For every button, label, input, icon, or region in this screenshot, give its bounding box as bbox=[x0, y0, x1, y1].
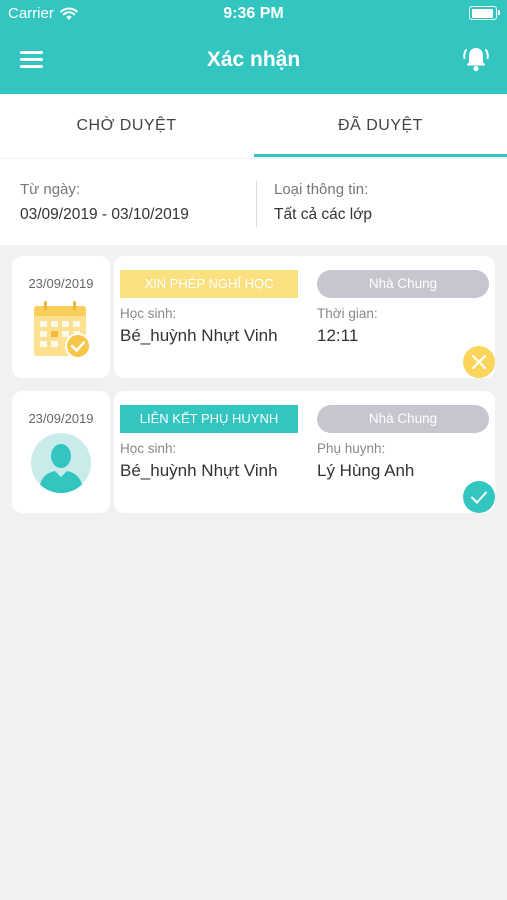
status-bar: Carrier 9:36 PM bbox=[0, 0, 507, 28]
page-title: Xác nhận bbox=[206, 48, 301, 71]
card-date: 23/09/2019 bbox=[28, 411, 94, 426]
battery-icon bbox=[469, 6, 500, 20]
request-card[interactable]: 23/09/2019 XIN PHÉP NGHỈ HỌC Nhà Chung H… bbox=[12, 256, 495, 378]
close-icon bbox=[472, 355, 486, 369]
date-range-value: 03/09/2019 - 03/10/2019 bbox=[20, 206, 189, 223]
active-tab-indicator bbox=[254, 154, 507, 157]
card-main: LIÊN KẾT PHỤ HUYNH Nhà Chung Học sinh: B… bbox=[114, 391, 495, 513]
student-label: Học sinh: bbox=[120, 306, 177, 321]
group-pill: Nhà Chung bbox=[317, 270, 489, 298]
time-value: 12:11 bbox=[317, 326, 359, 345]
date-range-label: Từ ngày: bbox=[20, 181, 81, 198]
card-main: XIN PHÉP NGHỈ HỌC Nhà Chung Học sinh: Bé… bbox=[114, 256, 495, 378]
card-date: 23/09/2019 bbox=[28, 276, 94, 291]
card-date-box: 23/09/2019 bbox=[12, 391, 110, 513]
request-type-tag: XIN PHÉP NGHỈ HỌC bbox=[120, 270, 298, 298]
time-label: Thời gian: bbox=[317, 306, 378, 321]
approval-tabs: CHỜ DUYỆT ĐÃ DUYỆT bbox=[0, 94, 507, 158]
info-type-value: Tất cả các lớp bbox=[274, 206, 373, 223]
student-name: Bé_huỳnh Nhựt Vinh bbox=[120, 326, 278, 345]
student-name: Bé_huỳnh Nhựt Vinh bbox=[120, 461, 278, 480]
filter-divider bbox=[256, 181, 257, 227]
request-card[interactable]: 23/09/2019 LIÊN KẾT PHỤ HUYNH Nhà Chung … bbox=[12, 391, 495, 513]
calendar-check-icon bbox=[34, 301, 91, 359]
rejected-status-badge bbox=[463, 346, 495, 378]
user-avatar-icon bbox=[31, 433, 91, 493]
request-type-tag: LIÊN KẾT PHỤ HUYNH bbox=[120, 405, 298, 433]
group-pill: Nhà Chung bbox=[317, 405, 489, 433]
tab-approved[interactable]: ĐÃ DUYỆT bbox=[254, 94, 507, 158]
parent-name: Lý Hùng Anh bbox=[317, 461, 415, 480]
menu-button[interactable] bbox=[20, 47, 50, 75]
tab-pending[interactable]: CHỜ DUYỆT bbox=[0, 94, 253, 158]
nav-bar: Xác nhận bbox=[0, 28, 507, 94]
info-type-label: Loại thông tin: bbox=[274, 181, 369, 198]
parent-label: Phụ huynh: bbox=[317, 441, 386, 456]
app-header: Carrier 9:36 PM Xác nhận bbox=[0, 0, 507, 94]
filter-bar: Từ ngày: 03/09/2019 - 03/10/2019 Loại th… bbox=[0, 158, 507, 245]
card-date-box: 23/09/2019 bbox=[12, 256, 110, 378]
status-time: 9:36 PM bbox=[223, 5, 284, 22]
check-icon bbox=[471, 491, 487, 504]
approved-status-badge bbox=[463, 481, 495, 513]
date-range-filter[interactable]: Từ ngày: 03/09/2019 - 03/10/2019 bbox=[20, 181, 189, 224]
notification-bell-button[interactable] bbox=[461, 44, 491, 74]
info-type-filter[interactable]: Loại thông tin: Tất cả các lớp bbox=[274, 181, 372, 224]
student-label: Học sinh: bbox=[120, 441, 177, 456]
bell-icon bbox=[463, 48, 489, 72]
